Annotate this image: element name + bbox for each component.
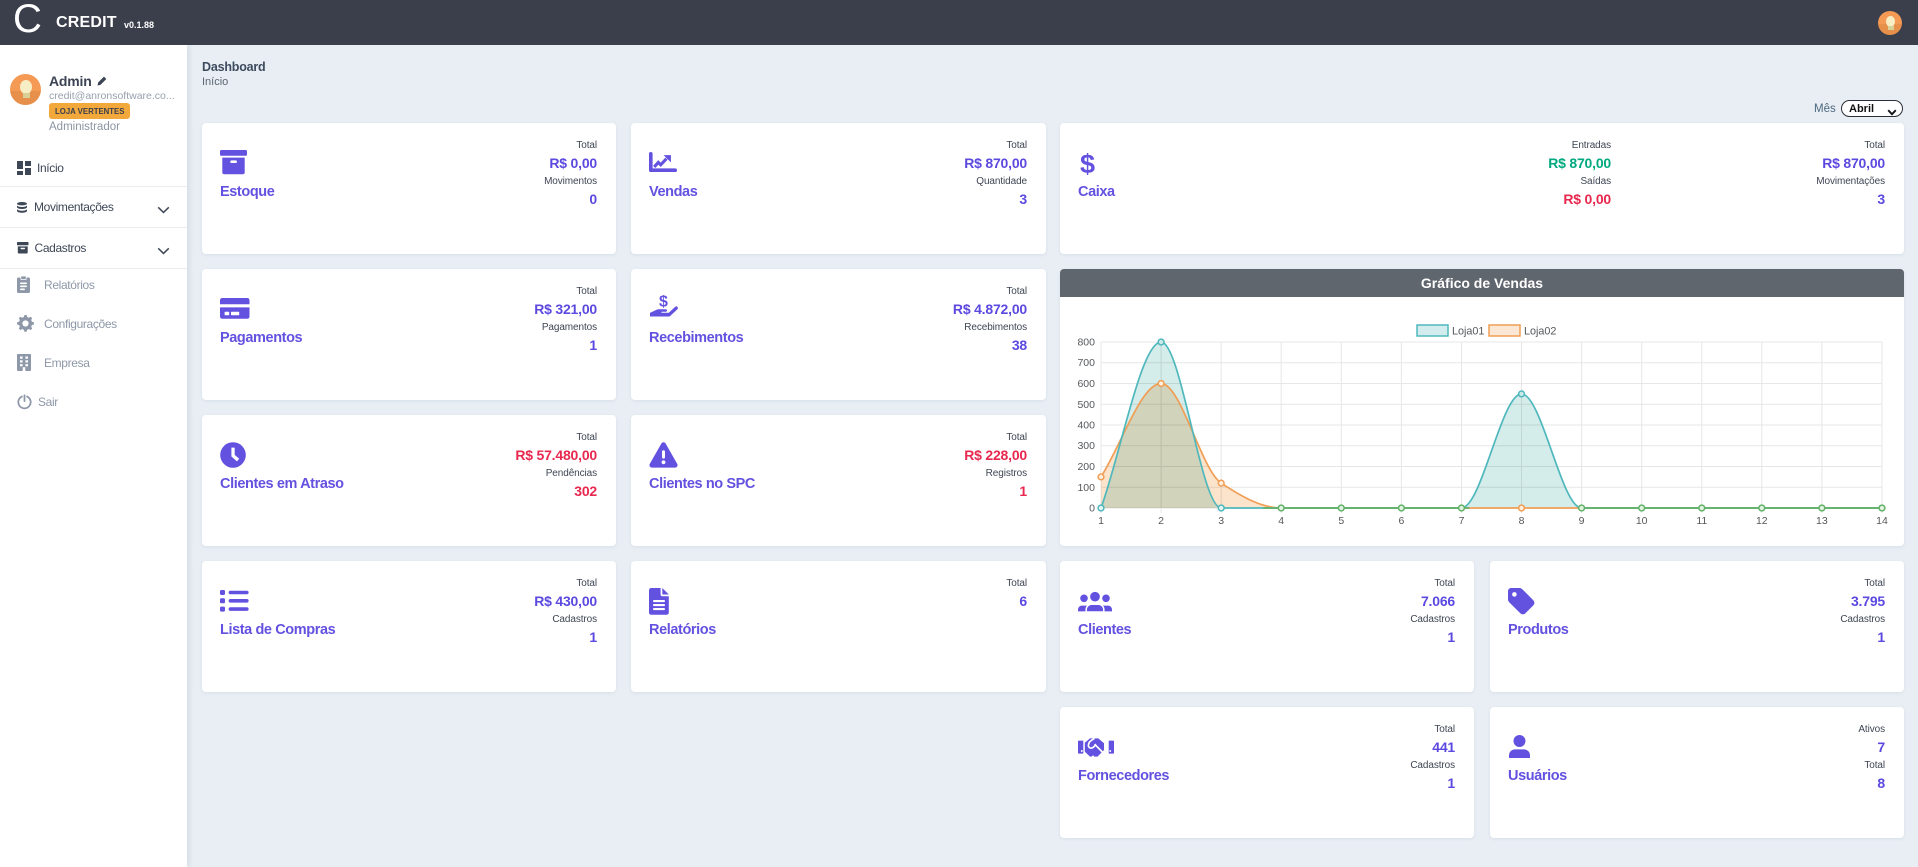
svg-text:10: 10 — [1636, 515, 1648, 527]
svg-text:4: 4 — [1278, 515, 1284, 527]
svg-text:2: 2 — [1158, 515, 1164, 527]
svg-text:12: 12 — [1756, 515, 1768, 527]
svg-text:800: 800 — [1077, 337, 1095, 349]
svg-text:8: 8 — [1519, 515, 1525, 527]
svg-text:Loja01: Loja01 — [1452, 326, 1484, 338]
svg-text:9: 9 — [1579, 515, 1585, 527]
svg-text:13: 13 — [1816, 515, 1828, 527]
svg-text:Loja02: Loja02 — [1524, 326, 1556, 338]
svg-text:500: 500 — [1077, 399, 1095, 411]
svg-text:5: 5 — [1338, 515, 1344, 527]
svg-text:$: $ — [659, 294, 668, 311]
svg-text:0: 0 — [1089, 503, 1095, 515]
svg-text:3: 3 — [1218, 515, 1224, 527]
svg-text:11: 11 — [1696, 515, 1707, 527]
svg-text:700: 700 — [1077, 357, 1095, 369]
svg-text:$: $ — [1080, 149, 1095, 178]
svg-text:7: 7 — [1459, 515, 1465, 527]
svg-text:200: 200 — [1077, 461, 1095, 473]
svg-text:6: 6 — [1398, 515, 1404, 527]
svg-text:14: 14 — [1876, 515, 1888, 527]
svg-text:1: 1 — [1098, 515, 1104, 527]
svg-text:300: 300 — [1077, 440, 1095, 452]
svg-text:100: 100 — [1077, 482, 1095, 494]
svg-text:600: 600 — [1077, 378, 1095, 390]
svg-text:400: 400 — [1077, 420, 1095, 432]
